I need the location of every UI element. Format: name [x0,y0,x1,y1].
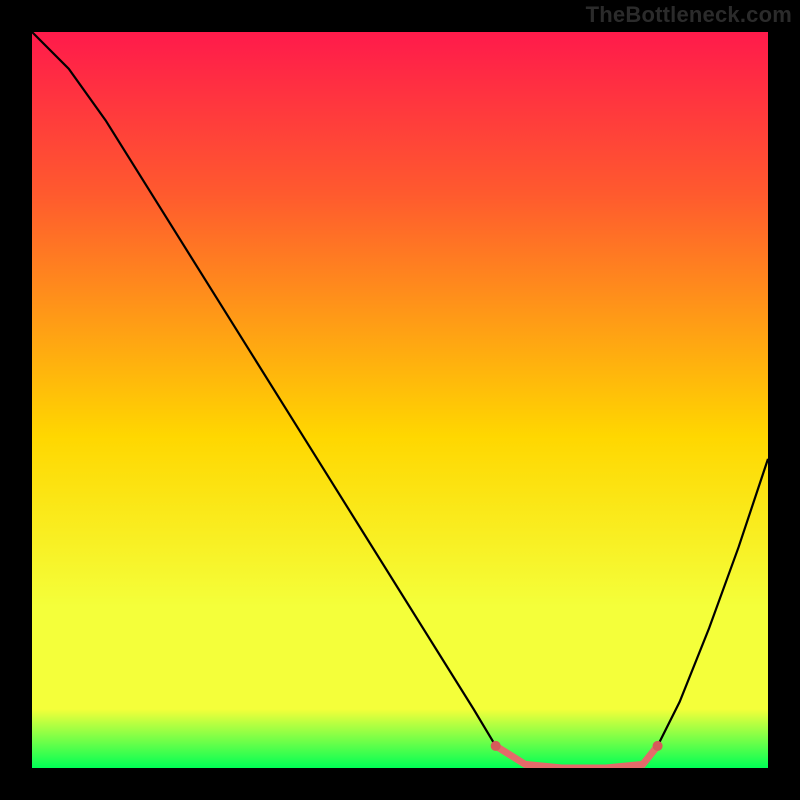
chart-frame: TheBottleneck.com [0,0,800,800]
watermark-text: TheBottleneck.com [586,2,792,28]
bottleneck-chart-svg [32,32,768,768]
highlight-dot-start [491,741,501,751]
gradient-background [32,32,768,768]
plot-area [32,32,768,768]
highlight-dot-end [653,741,663,751]
